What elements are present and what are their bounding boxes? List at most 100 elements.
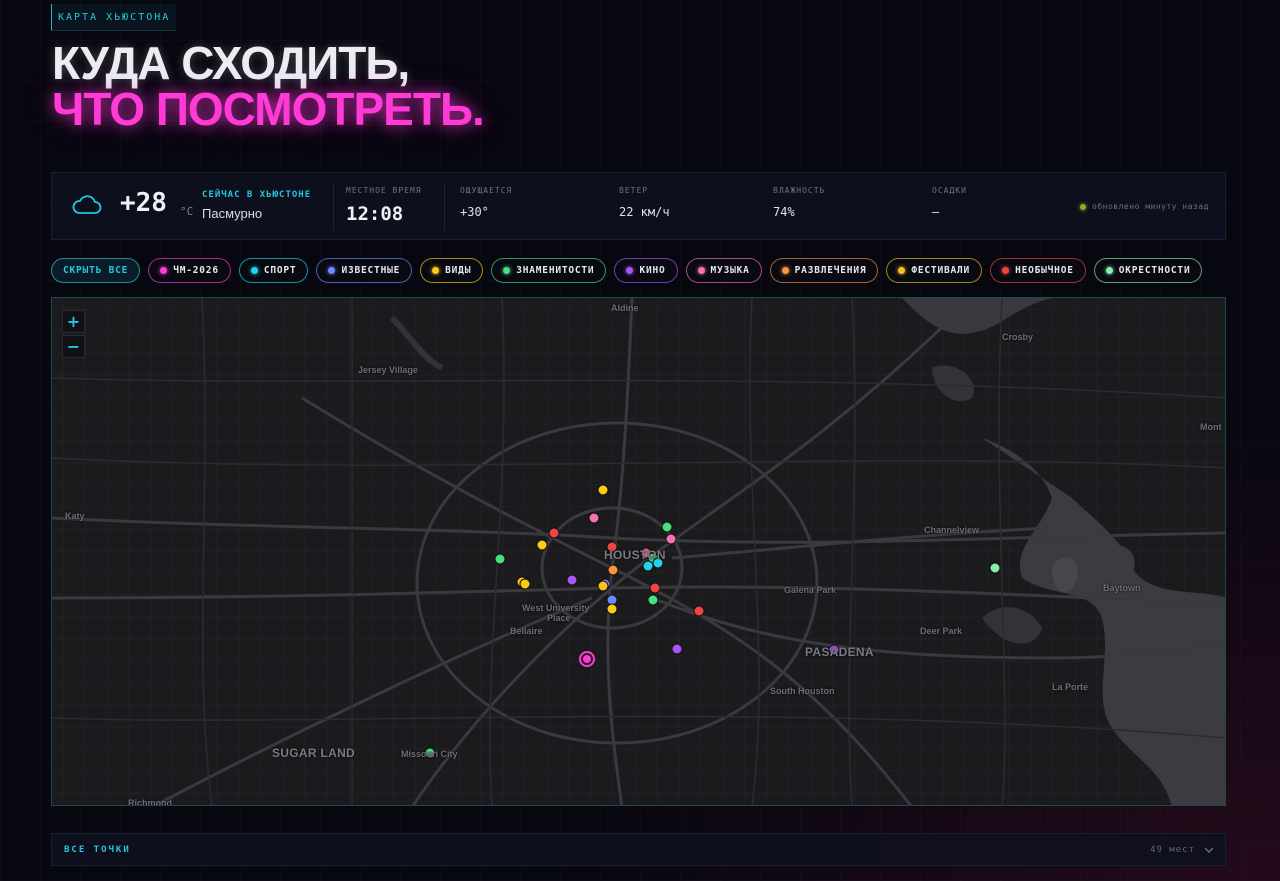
local-time-label: МЕСТНОЕ ВРЕМЯ — [346, 186, 422, 195]
map-marker[interactable] — [588, 512, 600, 524]
city-map[interactable]: + − Aldine Crosby Jersey Village Katy HO… — [51, 297, 1226, 806]
map-marker[interactable] — [597, 484, 609, 496]
weather-condition: Пасмурно — [202, 206, 263, 221]
hero-title: КУДА СХОДИТЬ, ЧТО ПОСМОТРЕТЬ. — [52, 37, 485, 135]
feels-like-value: +30° — [460, 205, 489, 219]
weather-divider — [444, 183, 445, 231]
category-dot-icon — [1002, 267, 1010, 274]
filter-chip-label: ЗНАМЕНИТОСТИ — [516, 265, 595, 276]
local-time-value: 12:08 — [346, 203, 404, 225]
zoom-out-button[interactable]: − — [62, 335, 85, 358]
map-marker[interactable] — [566, 574, 578, 586]
category-dot-icon — [626, 267, 634, 274]
hero-title-line2: ЧТО ПОСМОТРЕТЬ. — [52, 83, 485, 135]
place-label: Deer Park — [920, 626, 963, 636]
weather-panel: +28 °C СЕЙЧАС В ХЬЮСТОНЕ Пасмурно МЕСТНО… — [51, 172, 1226, 240]
temperature-unit: °C — [180, 205, 194, 218]
filter-chip-label: ИЗВЕСТНЫЕ — [341, 265, 401, 276]
map-marker[interactable] — [519, 578, 531, 590]
map-marker[interactable] — [597, 580, 609, 592]
now-label: СЕЙЧАС В ХЬЮСТОНЕ — [202, 190, 312, 200]
place-label: Bellaire — [510, 626, 543, 636]
category-filters: СКРЫТЬ ВСЕ ЧМ-2026 СПОРТ ИЗВЕСТНЫЕ ВИДЫ … — [51, 258, 1203, 283]
filter-chip-unusual[interactable]: НЕОБЫЧНОЕ — [990, 258, 1086, 283]
place-label: Baytown — [1103, 583, 1141, 593]
zoom-in-button[interactable]: + — [62, 310, 85, 333]
category-dot-icon — [697, 267, 705, 274]
updated-status: обновлено минуту назад — [1080, 202, 1209, 211]
category-dot-icon — [1105, 267, 1113, 274]
place-label: Crosby — [1002, 332, 1034, 342]
filter-chip-label: МУЗЫКА — [710, 265, 750, 276]
filter-chip-sport[interactable]: СПОРТ — [238, 258, 309, 283]
map-marker[interactable] — [606, 603, 618, 615]
feels-like-label: ОЩУЩАЕТСЯ — [460, 186, 513, 195]
filter-chip-music[interactable]: МУЗЫКА — [685, 258, 762, 283]
place-label: SUGAR LAND — [272, 746, 355, 760]
place-label: Missouri City — [401, 749, 458, 759]
category-dot-icon — [503, 267, 511, 274]
map-marker[interactable] — [583, 655, 591, 663]
place-label: Place — [547, 613, 571, 623]
precipitation-value: — — [932, 205, 940, 219]
humidity-value: 74% — [773, 205, 795, 219]
updated-text: обновлено минуту назад — [1092, 202, 1209, 211]
filter-chip-entertainment[interactable]: РАЗВЛЕЧЕНИЯ — [769, 258, 879, 283]
precipitation-label: ОСАДКИ — [932, 186, 967, 195]
map-marker[interactable] — [494, 553, 506, 565]
map-marker[interactable] — [642, 560, 654, 572]
all-points-label: ВСЕ ТОЧКИ — [64, 845, 131, 855]
cloud-icon — [72, 195, 102, 214]
filter-chip-famous[interactable]: ИЗВЕСТНЫЕ — [316, 258, 413, 283]
map-eyebrow-tag: КАРТА ХЬЮСТОНА — [51, 4, 177, 31]
points-count: 49 мест — [1150, 845, 1195, 855]
place-label: PASADENA — [805, 645, 874, 659]
map-marker[interactable] — [536, 539, 548, 551]
place-label: Richmond — [128, 798, 172, 806]
filter-chip-label: ВИДЫ — [445, 265, 472, 276]
category-dot-icon — [781, 267, 789, 274]
all-points-panel[interactable]: ВСЕ ТОЧКИ 49 мест — [51, 833, 1226, 866]
map-marker[interactable] — [665, 533, 677, 545]
place-label: Aldine — [611, 303, 639, 313]
filter-chip-cinema[interactable]: КИНО — [614, 258, 678, 283]
filter-chip-festivals[interactable]: ФЕСТИВАЛИ — [886, 258, 983, 283]
status-dot-icon — [1080, 203, 1087, 210]
filter-chip-label: КИНО — [639, 265, 666, 276]
map-marker[interactable] — [649, 582, 661, 594]
wind-value: 22 км/ч — [619, 205, 670, 219]
place-label: Channelview — [924, 525, 980, 535]
wind-label: ВЕТЕР — [619, 186, 649, 195]
category-dot-icon — [250, 267, 258, 274]
humidity-label: ВЛАЖНОСТЬ — [773, 186, 826, 195]
filter-chip-label: ФЕСТИВАЛИ — [911, 265, 971, 276]
filter-chip-label: СПОРТ — [263, 265, 297, 276]
filter-chip-label: НЕОБЫЧНОЕ — [1015, 265, 1074, 276]
filter-chip-label: РАЗВЛЕЧЕНИЯ — [794, 265, 867, 276]
temperature-value: +28 — [120, 188, 167, 218]
place-label: Jersey Village — [358, 365, 418, 375]
filter-chip-views[interactable]: ВИДЫ — [420, 258, 484, 283]
weather-divider — [333, 183, 334, 231]
map-marker[interactable] — [647, 594, 659, 606]
category-dot-icon — [328, 267, 336, 274]
category-dot-icon — [160, 267, 168, 274]
filter-chip-surroundings[interactable]: ОКРЕСТНОСТИ — [1093, 258, 1203, 283]
place-label: Katy — [65, 511, 85, 521]
filter-chip-celebrities[interactable]: ЗНАМЕНИТОСТИ — [491, 258, 607, 283]
chevron-down-icon[interactable] — [1203, 844, 1215, 856]
filter-chip-wc2026[interactable]: ЧМ-2026 — [148, 258, 231, 283]
map-marker[interactable] — [693, 605, 705, 617]
place-label: South Houston — [770, 686, 835, 696]
category-dot-icon — [898, 267, 906, 274]
hide-all-button[interactable]: СКРЫТЬ ВСЕ — [51, 258, 141, 283]
map-marker[interactable] — [607, 564, 619, 576]
map-marker[interactable] — [671, 643, 683, 655]
filter-chip-label: ЧМ-2026 — [173, 265, 219, 276]
map-marker[interactable] — [989, 562, 1001, 574]
place-label: Galena Park — [784, 585, 837, 595]
map-marker[interactable] — [548, 527, 560, 539]
hero-title-line1: КУДА СХОДИТЬ, — [52, 37, 410, 89]
place-label: La Porte — [1052, 682, 1089, 692]
map-marker[interactable] — [661, 521, 673, 533]
